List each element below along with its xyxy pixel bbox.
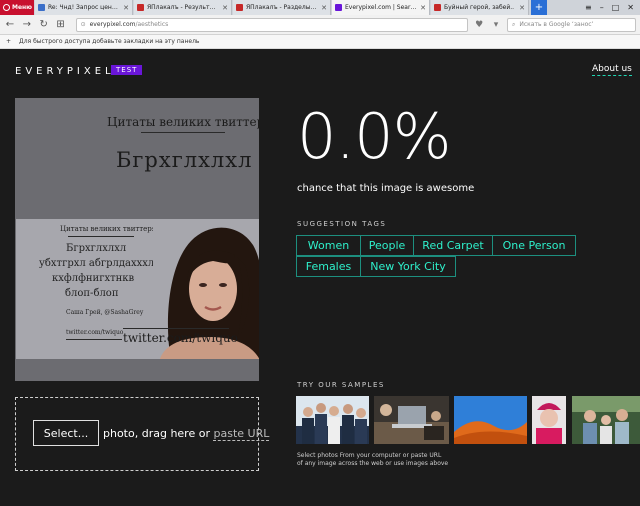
poster-link-underline bbox=[123, 328, 229, 329]
inner-title: Цитаты великих твиттерян bbox=[60, 225, 161, 233]
speed-dial-grid-icon[interactable]: ⊞ bbox=[55, 19, 67, 30]
tab-favicon-icon bbox=[335, 4, 342, 11]
browser-tab-active[interactable]: Everypixel.com | Search ✕ bbox=[332, 0, 430, 15]
inner-link: twitter.com/twiquo bbox=[66, 329, 124, 336]
browser-tab[interactable]: ЯПлакалъ - Результаты п... ✕ bbox=[134, 0, 232, 15]
tab-favicon-icon bbox=[434, 4, 441, 11]
samples-note-line-1: Select photos From your computer or past… bbox=[297, 452, 442, 459]
inner-line-1: Бгрхглхлхл bbox=[66, 243, 127, 254]
url-input[interactable]: ⊙ everypixel.com/aesthetics bbox=[75, 17, 469, 32]
tag-people[interactable]: People bbox=[360, 235, 414, 256]
about-us-link[interactable]: About us bbox=[592, 64, 632, 76]
bookmarks-bar: + Для быстрого доступа добавьте закладки… bbox=[0, 35, 640, 49]
tab-close-icon[interactable]: ✕ bbox=[519, 4, 525, 12]
tab-favicon-icon bbox=[38, 4, 45, 11]
paste-url-link[interactable]: paste URL bbox=[213, 427, 270, 441]
site-info-icon[interactable]: ⊙ bbox=[81, 21, 86, 28]
inner-link-underline bbox=[66, 339, 122, 340]
select-file-button[interactable]: Select... bbox=[33, 420, 99, 446]
inner-author: Саша Грей, @SashaGrey bbox=[66, 309, 144, 316]
upload-drop-zone[interactable]: Select... photo, drag here or paste URL bbox=[15, 397, 270, 471]
url-domain: everypixel.com bbox=[89, 21, 136, 28]
tab-title: Буйный герой, забей.. bbox=[444, 4, 515, 11]
tab-title: Re: Чнд! Запрос цены н... bbox=[48, 4, 120, 11]
tab-title: ЯПлакалъ - Разделы и... bbox=[246, 4, 319, 11]
awesome-score: 0.0% bbox=[297, 100, 452, 173]
window-controls: ≡ – □ ✕ bbox=[585, 0, 640, 15]
tab-title: Everypixel.com | Search bbox=[345, 4, 418, 11]
sample-winter-girl[interactable] bbox=[532, 396, 566, 444]
browser-tab[interactable]: Буйный герой, забей.. ✕ bbox=[431, 0, 529, 15]
tab-favicon-icon bbox=[236, 4, 243, 11]
sample-laptop-office[interactable] bbox=[374, 396, 449, 444]
browser-tab[interactable]: ЯПлакалъ - Разделы и... ✕ bbox=[233, 0, 331, 15]
reload-icon[interactable]: ↻ bbox=[38, 19, 50, 30]
back-arrow-icon[interactable]: ← bbox=[4, 19, 16, 30]
tab-favicon-icon bbox=[137, 4, 144, 11]
address-bar: ← → ↻ ⊞ ⊙ everypixel.com/aesthetics ♥ ▾ … bbox=[0, 15, 640, 35]
everypixel-logo[interactable]: EVERYPIXEL bbox=[15, 66, 115, 77]
tag-new-york-city[interactable]: New York City bbox=[360, 256, 456, 277]
poster-link: twitter.com/twiquo bbox=[123, 331, 238, 345]
sample-images bbox=[296, 396, 640, 444]
drop-hint: photo, drag here or paste URL bbox=[103, 427, 270, 441]
tag-women[interactable]: Women bbox=[296, 235, 361, 256]
samples-note: Select photos From your computer or past… bbox=[297, 452, 457, 468]
tag-one-person[interactable]: One Person bbox=[492, 235, 576, 256]
poster-big-text: Бгрхглхлхл bbox=[116, 148, 253, 172]
inner-underline bbox=[68, 236, 134, 237]
minimize-icon[interactable]: – bbox=[600, 3, 604, 12]
everypixel-page: EVERYPIXEL TEST About us Цитаты великих … bbox=[0, 50, 640, 506]
download-icon[interactable]: ▾ bbox=[490, 20, 502, 30]
add-bookmark-plus-icon[interactable]: + bbox=[6, 38, 11, 45]
browser-menu-label: Меню bbox=[12, 4, 33, 11]
tab-close-icon[interactable]: ✕ bbox=[222, 4, 228, 12]
sample-desert-dunes[interactable] bbox=[454, 396, 527, 444]
tag-females[interactable]: Females bbox=[296, 256, 361, 277]
drop-hint-text: photo, drag here or bbox=[103, 427, 210, 440]
inner-line-3: кхфлфнигхтнкв bbox=[52, 273, 135, 284]
bookmark-heart-icon[interactable]: ♥ bbox=[473, 20, 485, 30]
browser-tab-bar: Меню Re: Чнд! Запрос цены н... ✕ ЯПлакал… bbox=[0, 0, 640, 15]
search-input[interactable]: ⌕ Искать в Google ‘занос’ bbox=[507, 17, 636, 32]
tab-title: ЯПлакалъ - Результаты п... bbox=[147, 4, 220, 11]
opera-logo-icon bbox=[3, 4, 10, 11]
score-subtitle: chance that this image is awesome bbox=[297, 183, 475, 194]
tag-red-carpet[interactable]: Red Carpet bbox=[413, 235, 493, 256]
url-path: /aesthetics bbox=[135, 21, 169, 28]
test-badge: TEST bbox=[111, 65, 143, 75]
browser-tab[interactable]: Re: Чнд! Запрос цены н... ✕ bbox=[35, 0, 133, 15]
inner-line-4: блоп-блоп bbox=[65, 288, 119, 299]
search-icon: ⌕ bbox=[512, 20, 516, 28]
browser-menu-button[interactable]: Меню bbox=[0, 0, 34, 15]
suggestion-tags-title: SUGGESTION TAGS bbox=[297, 220, 387, 228]
poster-title: Цитаты великих твиттерян bbox=[107, 115, 259, 129]
sample-family-portrait[interactable] bbox=[572, 396, 640, 444]
tab-close-icon[interactable]: ✕ bbox=[420, 4, 426, 12]
samples-title: TRY OUR SAMPLES bbox=[297, 381, 385, 389]
tab-close-icon[interactable]: ✕ bbox=[321, 4, 327, 12]
poster-underline bbox=[141, 132, 225, 133]
uploaded-image-preview: Цитаты великих твиттерян Бгрхглхлхл Цита… bbox=[15, 98, 259, 381]
samples-note-line-2: of any image across the web or use image… bbox=[297, 460, 449, 468]
close-window-icon[interactable]: ✕ bbox=[627, 3, 634, 12]
forward-arrow-icon[interactable]: → bbox=[21, 19, 33, 30]
search-placeholder: Искать в Google ‘занос’ bbox=[519, 21, 594, 28]
new-tab-plus-icon[interactable]: + bbox=[531, 0, 547, 15]
bookmarks-hint: Для быстрого доступа добавьте закладки н… bbox=[19, 38, 200, 45]
tab-menu-icon[interactable]: ≡ bbox=[585, 3, 592, 12]
maximize-icon[interactable]: □ bbox=[612, 3, 620, 12]
tab-close-icon[interactable]: ✕ bbox=[123, 4, 129, 12]
sample-business-team[interactable] bbox=[296, 396, 369, 444]
